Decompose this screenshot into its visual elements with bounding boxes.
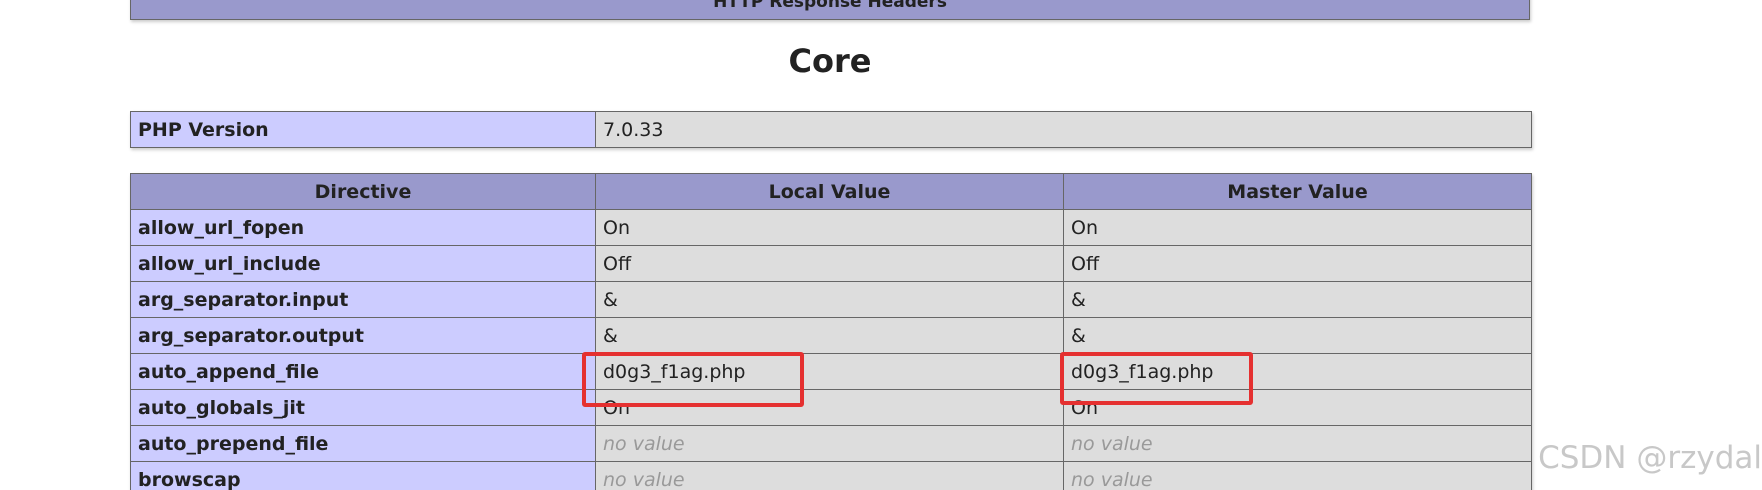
table-row: auto_globals_jit On On xyxy=(130,389,1532,426)
table-row: auto_prepend_file no value no value xyxy=(130,425,1532,462)
column-header-local-value: Local Value xyxy=(595,173,1064,210)
directive-rows: allow_url_fopen On On allow_url_include Off O… xyxy=(130,209,1532,490)
local-value: no value xyxy=(603,468,685,490)
master-value-cell: Off xyxy=(1063,245,1532,282)
php-version-label: PHP Version xyxy=(130,111,596,148)
master-value-cell: no value xyxy=(1063,425,1532,462)
master-value-cell: & xyxy=(1063,317,1532,354)
master-value-cell: & xyxy=(1063,281,1532,318)
table-row: allow_url_fopen On On xyxy=(130,209,1532,246)
highlight-box-master-auto-append xyxy=(1060,352,1253,405)
table-row: allow_url_include Off Off xyxy=(130,245,1532,282)
local-value-cell: no value xyxy=(595,461,1064,490)
local-value-cell: & xyxy=(595,281,1064,318)
core-directives-table: Directive Local Value Master Value allow… xyxy=(130,173,1532,490)
directive-name: arg_separator.input xyxy=(130,281,596,318)
master-value-cell: On xyxy=(1063,209,1532,246)
watermark: CSDN @rzydal xyxy=(1538,440,1762,476)
column-header-directive: Directive xyxy=(130,173,596,210)
table-row: arg_separator.input & & xyxy=(130,281,1532,318)
local-value: no value xyxy=(603,432,685,455)
directive-name: allow_url_include xyxy=(130,245,596,282)
local-value-cell: & xyxy=(595,317,1064,354)
php-version-table: PHP Version 7.0.33 xyxy=(130,111,1532,148)
table-header-row: Directive Local Value Master Value xyxy=(130,173,1532,210)
table-row: browscap no value no value xyxy=(130,461,1532,490)
master-value: no value xyxy=(1071,432,1153,455)
http-response-headers-header: HTTP Response Headers xyxy=(130,0,1530,20)
phpinfo-page: HTTP Response Headers Core PHP Version 7… xyxy=(0,0,1762,490)
php-version-value: 7.0.33 xyxy=(595,111,1532,148)
directive-name: browscap xyxy=(130,461,596,490)
directive-name: arg_separator.output xyxy=(130,317,596,354)
php-version-row: PHP Version 7.0.33 xyxy=(130,111,1532,148)
master-value-cell: no value xyxy=(1063,461,1532,490)
directive-name: allow_url_fopen xyxy=(130,209,596,246)
local-value-cell: Off xyxy=(595,245,1064,282)
core-section-title: Core xyxy=(788,42,872,80)
table-row: auto_append_file d0g3_f1ag.php d0g3_f1ag.p… xyxy=(130,353,1532,390)
directive-name: auto_globals_jit xyxy=(130,389,596,426)
directive-name: auto_append_file xyxy=(130,353,596,390)
table-row: arg_separator.output & & xyxy=(130,317,1532,354)
local-value-cell: no value xyxy=(595,425,1064,462)
master-value: no value xyxy=(1071,468,1153,490)
directive-name: auto_prepend_file xyxy=(130,425,596,462)
column-header-master-value: Master Value xyxy=(1063,173,1532,210)
highlight-box-local-auto-append xyxy=(582,352,804,407)
local-value-cell: On xyxy=(595,209,1064,246)
